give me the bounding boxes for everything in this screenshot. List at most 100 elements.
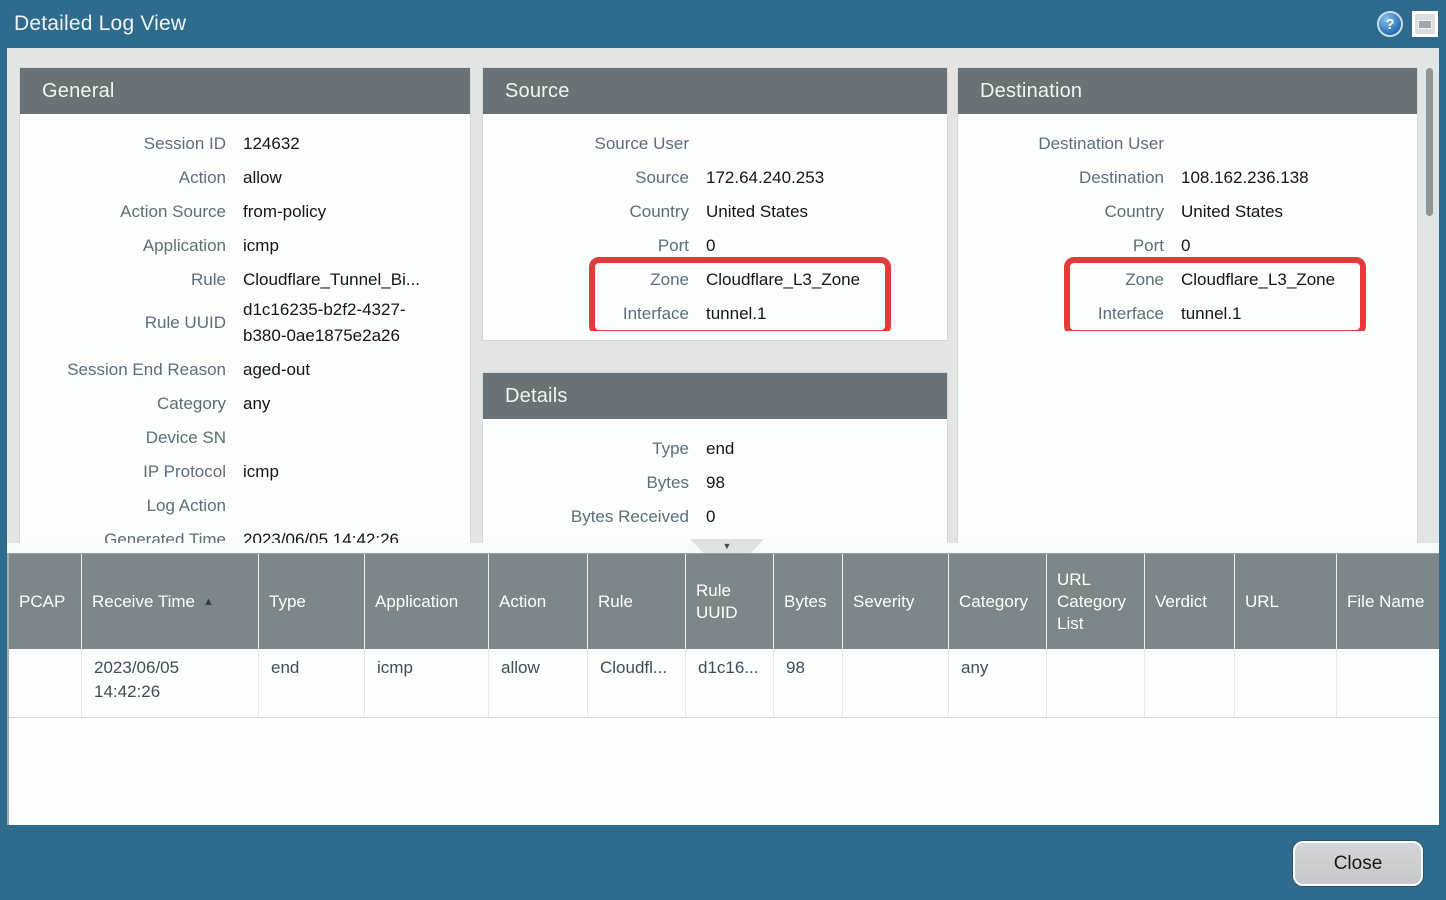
field-label: IP Protocol bbox=[20, 455, 226, 489]
column-header-severity[interactable]: Severity bbox=[843, 554, 949, 649]
column-header-label: Severity bbox=[853, 591, 914, 613]
field-row-action: Action allow bbox=[20, 161, 470, 195]
column-header-bytes[interactable]: Bytes bbox=[774, 554, 843, 649]
field-value: Cloudflare_L3_Zone bbox=[1181, 263, 1335, 297]
column-header-label: File Name bbox=[1347, 591, 1424, 613]
column-header-pcap[interactable]: PCAP bbox=[9, 554, 82, 649]
field-row-source-user: Source User bbox=[483, 127, 947, 161]
field-label: Zone bbox=[958, 263, 1164, 297]
field-label: Device SN bbox=[20, 421, 226, 455]
field-label: Destination bbox=[958, 161, 1164, 195]
field-row-rule-uuid: Rule UUID d1c16235-b2f2-4327-b380-0ae1875… bbox=[20, 297, 470, 353]
field-label: Bytes bbox=[483, 466, 689, 500]
panel-title: General bbox=[42, 80, 115, 103]
titlebar-icons: ? bbox=[1377, 11, 1438, 37]
field-label: Zone bbox=[483, 263, 689, 297]
vertical-scrollbar-thumb[interactable] bbox=[1426, 68, 1433, 216]
sort-ascending-icon: ▲ bbox=[203, 591, 214, 613]
panel-destination: Destination Destination UserDestination1… bbox=[958, 68, 1417, 543]
panel-general-header: General bbox=[20, 68, 470, 114]
field-row-bytes-received: Bytes Received0 bbox=[483, 500, 947, 534]
field-value: any bbox=[243, 387, 270, 421]
panel-source: Source Source UserSource172.64.240.253Co… bbox=[483, 68, 947, 340]
field-label: Action bbox=[20, 161, 226, 195]
field-row-ip-protocol: IP Protocolicmp bbox=[20, 455, 470, 489]
field-value: Cloudflare_L3_Zone bbox=[706, 263, 860, 297]
field-label: Port bbox=[958, 229, 1164, 263]
help-icon[interactable]: ? bbox=[1377, 11, 1403, 37]
field-value: United States bbox=[706, 195, 808, 229]
field-row-interface: Interfacetunnel.1 bbox=[483, 297, 947, 331]
cell-rule-uuid: d1c16... bbox=[686, 649, 774, 717]
panel-general-body: Session ID124632ActionallowAction Source… bbox=[20, 114, 470, 543]
cell-severity bbox=[843, 649, 949, 717]
panel-destination-header: Destination bbox=[958, 68, 1417, 114]
field-row-country: CountryUnited States bbox=[958, 195, 1417, 229]
field-row-rule: RuleCloudflare_Tunnel_Bi... bbox=[20, 263, 470, 297]
chevron-down-icon: ▼ bbox=[723, 542, 732, 551]
column-header-label: Application bbox=[375, 591, 458, 613]
column-header-rule-uuid[interactable]: Rule UUID bbox=[686, 554, 774, 649]
field-value: 98 bbox=[706, 466, 725, 500]
field-label: Rule bbox=[20, 263, 226, 297]
detail-panels-region: General Session ID124632ActionallowActio… bbox=[7, 48, 1439, 543]
column-header-receive-time[interactable]: Receive Time ▲ bbox=[82, 554, 259, 649]
column-header-url-category-list[interactable]: URL Category List bbox=[1047, 554, 1145, 649]
panel-title: Source bbox=[505, 80, 570, 103]
field-label: Port bbox=[483, 229, 689, 263]
field-label: Source User bbox=[483, 127, 689, 161]
column-header-label: Action bbox=[499, 591, 546, 613]
column-header-label: PCAP bbox=[19, 591, 65, 613]
field-row-port: Port 0 bbox=[958, 229, 1417, 263]
field-row-interface: Interfacetunnel.1 bbox=[958, 297, 1417, 331]
log-table-row[interactable]: 2023/06/05 14:42:26endicmpallowCloudfl..… bbox=[9, 649, 1439, 718]
field-label: Log Action bbox=[20, 489, 226, 523]
panel-title: Destination bbox=[980, 80, 1082, 103]
field-label: Session End Reason bbox=[20, 353, 226, 387]
column-header-label: Bytes bbox=[784, 591, 827, 613]
field-label: Action Source bbox=[20, 195, 226, 229]
column-header-verdict[interactable]: Verdict bbox=[1145, 554, 1235, 649]
field-row-country: Country United States bbox=[483, 195, 947, 229]
field-row-action-source: Action Sourcefrom-policy bbox=[20, 195, 470, 229]
panel-source-body: Source UserSource172.64.240.253Country Un… bbox=[483, 114, 947, 331]
close-button[interactable]: Close bbox=[1293, 841, 1423, 886]
maximize-icon[interactable] bbox=[1412, 11, 1438, 37]
cell-pcap bbox=[9, 649, 82, 717]
field-row-device-sn: Device SN bbox=[20, 421, 470, 455]
field-value: allow bbox=[243, 161, 282, 195]
field-value: end bbox=[706, 432, 734, 466]
cell-bytes: 98 bbox=[774, 649, 843, 717]
column-header-label: URL Category List bbox=[1057, 569, 1134, 635]
column-header-url[interactable]: URL bbox=[1235, 554, 1337, 649]
column-header-type[interactable]: Type bbox=[259, 554, 365, 649]
field-value: aged-out bbox=[243, 353, 310, 387]
field-label: Rule UUID bbox=[20, 306, 226, 340]
log-table: PCAP Receive Time ▲ Type Application Action Ru… bbox=[7, 553, 1439, 825]
column-header-category[interactable]: Category bbox=[949, 554, 1047, 649]
field-row-zone: Zone Cloudflare_L3_Zone bbox=[483, 263, 947, 297]
field-row-zone: Zone Cloudflare_L3_Zone bbox=[958, 263, 1417, 297]
column-header-label: Category bbox=[959, 591, 1028, 613]
field-label: Bytes Received bbox=[483, 500, 689, 534]
column-header-file-name[interactable]: File Name bbox=[1337, 554, 1439, 649]
column-header-label: Receive Time bbox=[92, 591, 195, 613]
panel-details-header: Details bbox=[483, 373, 947, 419]
field-label: Category bbox=[20, 387, 226, 421]
cell-receive-time: 2023/06/05 14:42:26 bbox=[82, 649, 259, 717]
field-value: 2023/06/05 14:42:26 bbox=[243, 523, 399, 543]
panel-source-header: Source bbox=[483, 68, 947, 114]
field-value: 0 bbox=[1181, 229, 1190, 263]
field-label: Country bbox=[483, 195, 689, 229]
field-value: d1c16235-b2f2-4327-b380-0ae1875e2a26 bbox=[243, 297, 443, 349]
field-row-source: Source172.64.240.253 bbox=[483, 161, 947, 195]
field-value: 0 bbox=[706, 229, 715, 263]
window-glyph bbox=[1418, 20, 1432, 29]
field-label: Interface bbox=[483, 297, 689, 331]
field-row-bytes: Bytes 98 bbox=[483, 466, 947, 500]
panel-title: Details bbox=[505, 385, 568, 408]
column-header-application[interactable]: Application bbox=[365, 554, 489, 649]
column-header-rule[interactable]: Rule bbox=[588, 554, 686, 649]
column-header-action[interactable]: Action bbox=[489, 554, 588, 649]
panel-details-body: TypeendBytes98Bytes Received0 bbox=[483, 419, 947, 534]
